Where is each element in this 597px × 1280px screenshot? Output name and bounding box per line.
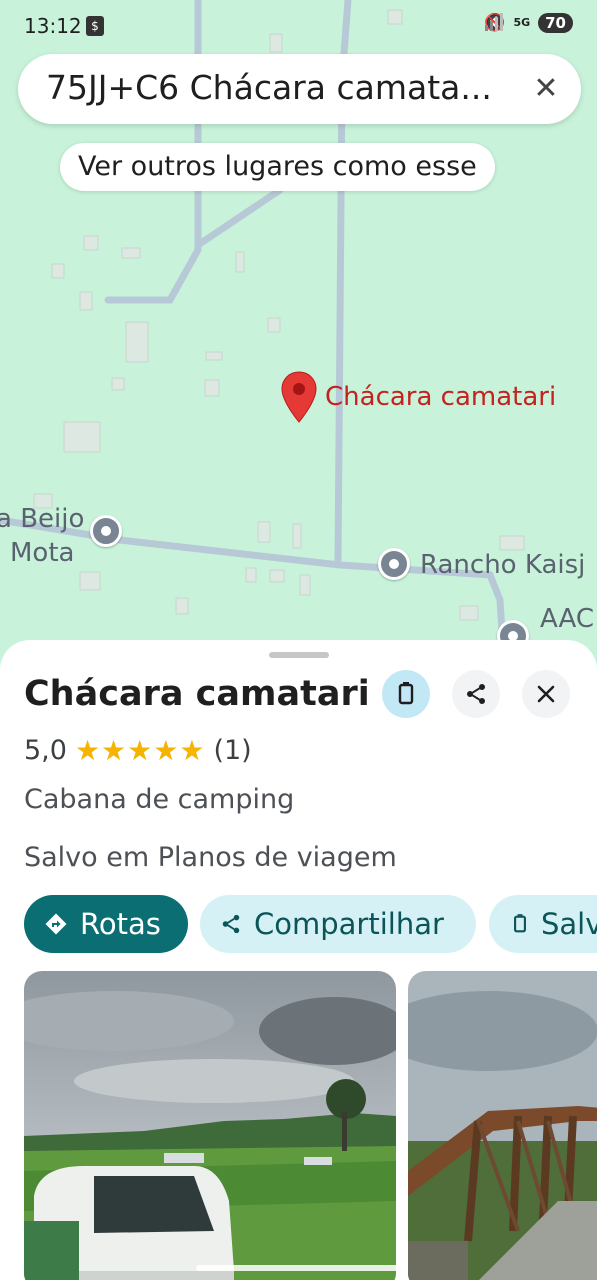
share-button[interactable] [452,670,500,718]
save-label: Salvo [541,907,597,941]
review-count[interactable]: (1) [213,735,251,766]
share-label: Compartilhar [254,907,444,941]
photo-field-with-van [24,971,396,1280]
close-icon [537,685,555,703]
share-icon [222,914,240,934]
place-photo[interactable] [24,971,396,1280]
map-label-rancho[interactable]: Rancho Kaisj [420,550,585,580]
photo-iron-bridge [408,971,597,1280]
place-category: Cabana de camping [24,784,295,815]
rating-row[interactable]: 5,0 ★★★★★ (1) [24,734,252,767]
place-title: Chácara camatari [24,674,370,714]
map-view[interactable]: 13:12 $ 🔇 5G 70 75JJ+C6 Chácara camata..… [0,0,597,680]
status-time: 13:12 [24,14,82,38]
search-bar[interactable]: 75JJ+C6 Chácara camata... ✕ [18,54,581,124]
battery-indicator: 70 [538,13,573,33]
star-rating: ★★★★★ [74,734,206,767]
selected-place-label[interactable]: Chácara camatari [325,382,556,412]
share-icon [467,684,485,704]
map-label-mota[interactable]: Mota [10,538,74,568]
saved-button[interactable] [382,670,430,718]
directions-label: Rotas [80,907,161,941]
save-action-button[interactable]: Salvo [489,895,597,953]
share-action-button[interactable]: Compartilhar [200,895,476,953]
bookmark-icon [514,914,526,933]
signal-icon [485,13,504,31]
shopping-bag-icon: $ [86,16,104,36]
network-type: 5G [513,16,531,29]
directions-button[interactable]: Rotas [24,895,188,953]
similar-places-chip[interactable]: Ver outros lugares como esse [60,143,495,191]
place-bottom-sheet[interactable]: Chácara camatari 5,0 ★★★★★ (1) Cabana de… [0,640,597,1280]
rating-value: 5,0 [24,735,67,766]
status-bar: 13:12 $ 🔇 5G 70 [0,0,597,52]
place-photo[interactable] [408,971,597,1280]
close-icon[interactable]: ✕ [529,72,563,106]
close-sheet-button[interactable] [522,670,570,718]
poi-icon[interactable] [378,548,410,580]
search-query[interactable]: 75JJ+C6 Chácara camata... [46,68,516,107]
home-indicator[interactable] [196,1265,402,1271]
map-label-aac[interactable]: AAC [540,604,594,634]
red-pin-icon[interactable] [280,370,318,424]
poi-icon[interactable] [90,515,122,547]
drag-handle[interactable] [269,652,329,658]
saved-in-list[interactable]: Salvo em Planos de viagem [24,842,397,873]
map-label-beijo[interactable]: a Beijo [0,504,84,534]
directions-icon [45,913,67,935]
bookmark-icon [398,682,414,705]
